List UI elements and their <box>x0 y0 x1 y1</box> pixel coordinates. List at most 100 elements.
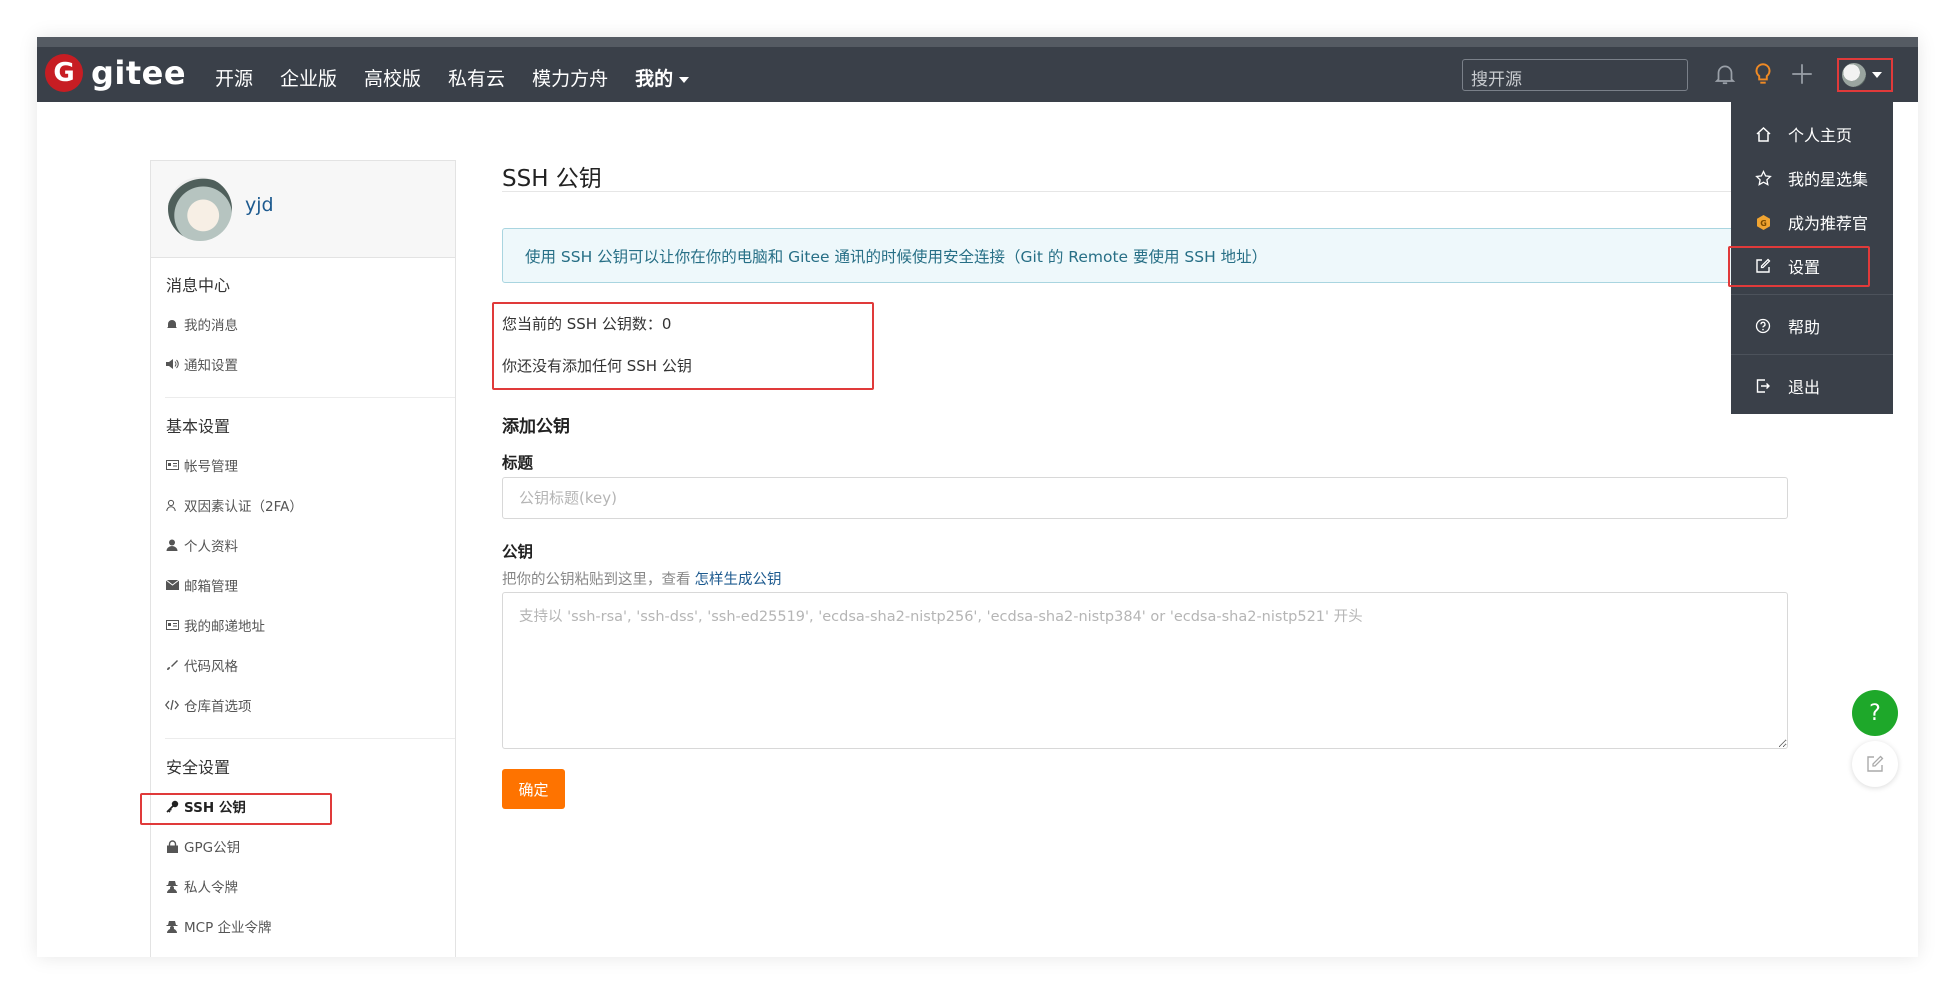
sidebar-item-label: 我的消息 <box>184 318 238 334</box>
gitee-logo-icon: G <box>45 54 83 92</box>
menu-item-label: 个人主页 <box>1788 126 1853 145</box>
confirm-button[interactable]: 确定 <box>502 769 565 809</box>
sidebar-item-gpg-keys[interactable]: GPG公钥 <box>165 836 240 856</box>
sidebar-item-repo-prefs[interactable]: 仓库首选项 <box>165 695 252 715</box>
ssh-key-count-value: 0 <box>661 315 672 333</box>
sidebar-item-address[interactable]: 我的邮递地址 <box>165 615 265 635</box>
sidebar-item-2fa[interactable]: 双因素认证（2FA） <box>165 495 303 515</box>
user-secret-icon <box>165 879 179 893</box>
sidebar-item-label: 邮箱管理 <box>184 579 238 595</box>
sidebar-item-label: 帐号管理 <box>184 459 238 475</box>
title-label: 标题 <box>502 454 534 472</box>
sidebar-item-label: 代码风格 <box>184 659 238 675</box>
nav-open-source[interactable]: 开源 <box>215 64 253 91</box>
plus-icon[interactable] <box>1789 61 1815 87</box>
id-card-icon <box>165 618 179 632</box>
help-button[interactable]: ? <box>1852 690 1898 736</box>
divider <box>165 397 455 398</box>
nav-mine[interactable]: 我的 <box>635 64 690 91</box>
lightbulb-icon[interactable] <box>1750 61 1776 87</box>
edit-icon <box>1867 755 1884 772</box>
logout-icon <box>1754 377 1772 395</box>
sidebar-item-notify-settings[interactable]: 通知设置 <box>165 354 238 374</box>
sidebar-item-profile[interactable]: 个人资料 <box>165 535 238 555</box>
badge-icon: G <box>1754 213 1772 231</box>
search-input[interactable]: 搜开源 <box>1462 59 1688 91</box>
key-title-input[interactable] <box>502 477 1788 519</box>
public-key-textarea[interactable] <box>502 592 1788 749</box>
gitee-logo[interactable]: G gitee <box>45 54 186 92</box>
sidebar-item-label: 双因素认证（2FA） <box>184 499 303 515</box>
brush-icon <box>165 658 179 672</box>
avatar <box>1842 63 1866 87</box>
bell-icon <box>165 317 179 331</box>
divider <box>1731 294 1893 295</box>
divider <box>1731 354 1893 355</box>
feedback-button[interactable] <box>1852 741 1898 787</box>
code-icon <box>165 698 179 712</box>
menu-item-starred[interactable]: 我的星选集 <box>1731 160 1893 196</box>
sidebar-item-label: GPG公钥 <box>184 840 241 856</box>
gitee-logo-text: gitee <box>91 54 187 92</box>
chevron-down-icon <box>679 76 690 83</box>
username[interactable]: yjd <box>245 194 274 216</box>
nav-mine-label: 我的 <box>635 68 674 90</box>
menu-item-recommender[interactable]: G 成为推荐官 <box>1731 204 1893 240</box>
sidebar-item-mcp-tokens[interactable]: MCP 企业令牌 <box>165 916 272 936</box>
menu-item-logout[interactable]: 退出 <box>1731 368 1893 404</box>
section-title-security: 安全设置 <box>166 758 231 777</box>
user-secret-icon <box>165 919 179 933</box>
id-card-icon <box>165 458 179 472</box>
sidebar-item-code-style[interactable]: 代码风格 <box>165 655 238 675</box>
sidebar-item-label: 私人令牌 <box>184 880 238 896</box>
star-icon <box>1754 169 1772 187</box>
bell-icon[interactable] <box>1712 61 1738 87</box>
sidebar-item-account[interactable]: 帐号管理 <box>165 455 238 475</box>
divider <box>165 738 455 739</box>
nav-private-cloud[interactable]: 私有云 <box>448 64 505 91</box>
user-menu-button[interactable] <box>1837 58 1893 92</box>
sidebar-item-email[interactable]: 邮箱管理 <box>165 575 238 595</box>
speaker-icon <box>165 357 179 371</box>
sidebar-item-label: MCP 企业令牌 <box>184 920 272 936</box>
user-shield-icon <box>165 498 179 512</box>
key-label: 公钥 <box>502 543 534 561</box>
highlight-ssh-keys <box>140 793 332 825</box>
menu-item-label: 退出 <box>1788 378 1821 397</box>
nav-education[interactable]: 高校版 <box>364 64 421 91</box>
menu-item-homepage[interactable]: 个人主页 <box>1731 116 1893 152</box>
sidebar-item-my-messages[interactable]: 我的消息 <box>165 314 238 334</box>
top-navbar: G gitee 开源 企业版 高校版 私有云 模力方舟 我的 搜开源 <box>37 37 1918 102</box>
ssh-key-count-label: 您当前的 SSH 公钥数： <box>502 315 662 333</box>
avatar <box>168 177 232 241</box>
add-key-heading: 添加公钥 <box>502 417 570 437</box>
svg-text:G: G <box>1760 219 1767 228</box>
section-title-basic: 基本设置 <box>166 417 231 436</box>
main-nav: 开源 企业版 高校版 私有云 模力方舟 我的 <box>215 64 716 91</box>
nav-moli[interactable]: 模力方舟 <box>532 64 608 91</box>
page-title: SSH 公钥 <box>502 166 602 192</box>
key-hint-text: 把你的公钥粘贴到这里，查看 <box>502 572 691 588</box>
settings-sidebar: yjd 消息中心 我的消息 通知设置 基本设置 帐号管理 双因素认证（2FA） … <box>150 160 456 957</box>
sidebar-item-label: 通知设置 <box>184 358 238 374</box>
sidebar-item-private-tokens[interactable]: 私人令牌 <box>165 876 238 896</box>
menu-item-label: 我的星选集 <box>1788 170 1869 189</box>
menu-item-help[interactable]: 帮助 <box>1731 308 1893 344</box>
sidebar-item-label: 我的邮递地址 <box>184 619 265 635</box>
sidebar-profile[interactable]: yjd <box>151 161 455 258</box>
menu-item-label: 帮助 <box>1788 318 1821 337</box>
menu-item-label: 成为推荐官 <box>1788 214 1869 233</box>
envelope-icon <box>165 578 179 592</box>
how-to-generate-key-link[interactable]: 怎样生成公钥 <box>695 572 782 588</box>
no-keys-message: 你还没有添加任何 SSH 公钥 <box>502 357 692 375</box>
home-icon <box>1754 125 1772 143</box>
key-hint: 把你的公钥粘贴到这里，查看 怎样生成公钥 <box>502 568 782 589</box>
lock-icon <box>165 839 179 853</box>
help-circle-icon <box>1754 317 1772 335</box>
section-title-messages: 消息中心 <box>166 276 231 295</box>
info-message: 使用 SSH 公钥可以让你在你的电脑和 Gitee 通讯的时候使用安全连接（Gi… <box>502 228 1820 283</box>
nav-enterprise[interactable]: 企业版 <box>280 64 337 91</box>
highlight-settings <box>1728 246 1870 287</box>
user-icon <box>165 538 179 552</box>
chevron-down-icon <box>1872 72 1882 78</box>
